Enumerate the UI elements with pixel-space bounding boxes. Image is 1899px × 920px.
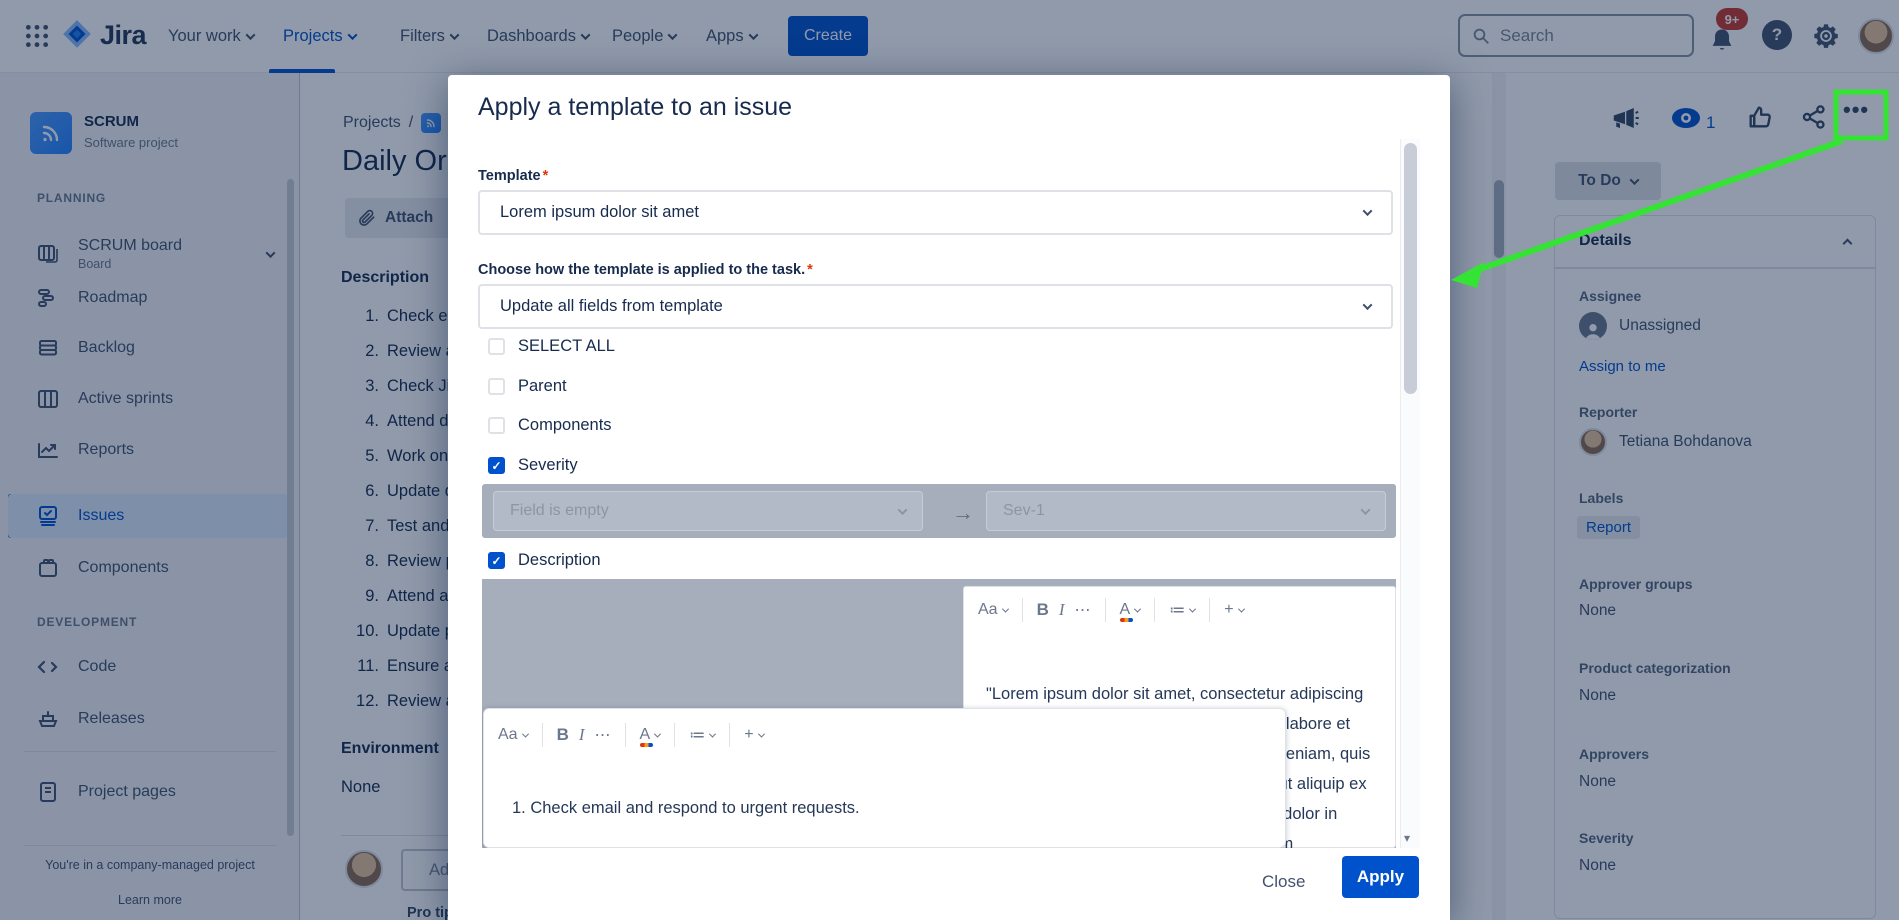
text-style-button[interactable]: Aa — [498, 726, 528, 744]
more-formatting-button[interactable]: ⋯ — [1075, 600, 1091, 620]
severity-mapping-row: Field is empty → Sev-1 — [482, 484, 1396, 538]
template-select[interactable]: Lorem ipsum dolor sit amet — [478, 190, 1393, 235]
chevron-down-icon — [1134, 605, 1141, 612]
toolbar-divider — [625, 723, 626, 747]
text-color-button[interactable]: A — [640, 726, 661, 744]
checkbox-components[interactable]: Components — [488, 416, 612, 435]
italic-button[interactable]: I — [579, 725, 585, 745]
chevron-down-icon — [709, 730, 716, 737]
current-description-editor[interactable]: Aa B I ⋯ A ≔ + 1. Check email and respon… — [483, 708, 1286, 848]
checkbox-icon — [488, 378, 505, 395]
chevron-down-icon — [1361, 505, 1371, 515]
jira-app: Jira Your work Projects Filters Dashboar… — [0, 0, 1899, 920]
required-asterisk: * — [543, 168, 549, 184]
severity-target-select: Sev-1 — [986, 491, 1386, 531]
current-description-text[interactable]: 1. Check email and respond to urgent req… — [512, 791, 882, 825]
list-button[interactable]: ≔ — [1169, 600, 1195, 620]
checkbox-severity[interactable]: ✓Severity — [488, 456, 578, 475]
toolbar-divider — [1105, 598, 1106, 622]
toolbar-divider — [674, 723, 675, 747]
checkbox-checked-icon: ✓ — [488, 552, 505, 569]
chevron-down-icon — [758, 730, 765, 737]
checkbox-icon — [488, 338, 505, 355]
text-style-button[interactable]: Aa — [978, 601, 1008, 619]
required-asterisk: * — [807, 262, 813, 278]
modal-title: Apply a template to an issue — [478, 93, 792, 122]
description-compare-area: Aa B I ⋯ A ≔ + "Lorem ipsum dolor sit am… — [482, 579, 1396, 848]
checkbox-parent[interactable]: Parent — [488, 377, 567, 396]
bold-button[interactable]: B — [557, 725, 569, 745]
checkbox-icon — [488, 417, 505, 434]
bold-button[interactable]: B — [1037, 600, 1049, 620]
apply-template-modal: Apply a template to an issue Template* L… — [448, 75, 1450, 920]
modal-footer: Close Apply — [448, 848, 1450, 920]
toolbar-divider — [1022, 598, 1023, 622]
scroll-down-arrow-icon[interactable]: ▾ — [1404, 831, 1410, 845]
modal-scrollbar-thumb[interactable] — [1404, 143, 1417, 394]
modal-scrollbar[interactable]: ▾ — [1400, 139, 1420, 853]
toolbar-divider — [729, 723, 730, 747]
chevron-down-icon — [1363, 300, 1373, 310]
toolbar-divider — [542, 723, 543, 747]
arrow-right-icon: → — [952, 500, 974, 526]
apply-mode-select[interactable]: Update all fields from template — [478, 284, 1393, 329]
editor-toolbar: Aa B I ⋯ A ≔ + — [484, 709, 1285, 761]
chevron-down-icon — [1238, 605, 1245, 612]
chevron-down-icon — [654, 730, 661, 737]
insert-button[interactable]: + — [744, 726, 763, 744]
list-button[interactable]: ≔ — [689, 725, 715, 745]
checkbox-select-all[interactable]: SELECT ALL — [488, 337, 615, 356]
toolbar-divider — [1209, 598, 1210, 622]
chevron-down-icon — [1363, 206, 1373, 216]
chevron-down-icon — [1189, 605, 1196, 612]
apply-button[interactable]: Apply — [1342, 856, 1419, 898]
close-button[interactable]: Close — [1248, 864, 1319, 900]
more-formatting-button[interactable]: ⋯ — [595, 725, 611, 745]
italic-button[interactable]: I — [1059, 600, 1065, 620]
toolbar-divider — [1154, 598, 1155, 622]
checkbox-checked-icon: ✓ — [488, 457, 505, 474]
editor-toolbar: Aa B I ⋯ A ≔ + — [964, 587, 1395, 633]
checkbox-description[interactable]: ✓Description — [488, 551, 601, 570]
chevron-down-icon — [522, 730, 529, 737]
text-color-button[interactable]: A — [1120, 601, 1141, 619]
apply-mode-label: Choose how the template is applied to th… — [478, 262, 813, 278]
chevron-down-icon — [898, 505, 908, 515]
template-field-label: Template* — [478, 168, 548, 184]
severity-source-select: Field is empty — [493, 491, 923, 531]
insert-button[interactable]: + — [1224, 601, 1243, 619]
chevron-down-icon — [1002, 605, 1009, 612]
